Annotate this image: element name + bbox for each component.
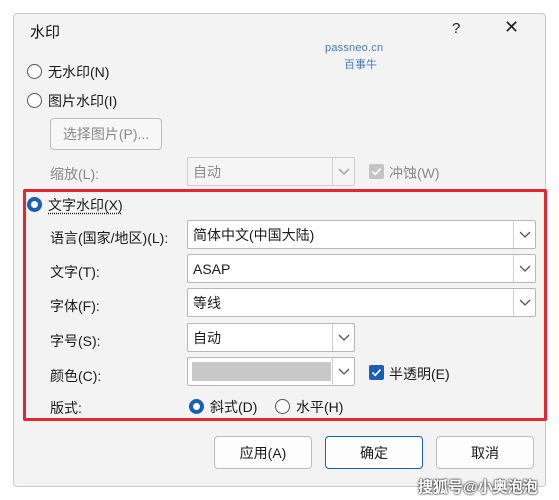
picture-watermark-label[interactable]: 图片水印(I) (48, 91, 117, 111)
chevron-down-icon (332, 158, 354, 185)
chevron-down-icon (513, 289, 535, 316)
color-swatch (192, 362, 331, 381)
text-input-combo[interactable]: ASAP (187, 254, 536, 283)
scale-dropdown[interactable]: 自动 (187, 157, 355, 186)
close-icon[interactable]: ✕ (504, 17, 519, 38)
size-value: 自动 (193, 329, 221, 346)
diagonal-label[interactable]: 斜式(D) (210, 397, 257, 417)
overlay-site-cn-text: 百事牛 (344, 59, 377, 71)
title-bar (13, 13, 546, 47)
size-dropdown[interactable]: 自动 (187, 323, 355, 352)
semitransparent-checkbox[interactable] (369, 365, 384, 380)
chevron-down-icon (332, 358, 354, 385)
font-value: 等线 (193, 294, 221, 311)
horizontal-radio[interactable] (275, 399, 290, 414)
size-label: 字号(S): (50, 333, 101, 349)
scale-value: 自动 (193, 163, 221, 180)
color-label: 颜色(C): (50, 368, 102, 384)
washout-label: 冲蚀(W) (389, 165, 440, 181)
language-label: 语言(国家/地区)(L): (50, 230, 169, 246)
language-value: 简体中文(中国大陆) (193, 226, 315, 243)
chevron-down-icon[interactable] (513, 255, 535, 282)
overlay-footer-tag: 搜狐号@小奥泡泡 (418, 479, 538, 496)
layout-label: 版式: (50, 400, 82, 416)
language-dropdown[interactable]: 简体中文(中国大陆) (187, 220, 536, 249)
scale-label: 缩放(L): (50, 166, 99, 182)
dialog-title: 水印 (30, 24, 61, 41)
no-watermark-radio[interactable] (27, 64, 42, 79)
text-label: 文字(T): (50, 264, 100, 280)
picture-watermark-radio[interactable] (27, 93, 42, 108)
font-dropdown[interactable]: 等线 (187, 288, 536, 317)
help-button[interactable]: ? (452, 20, 460, 37)
text-watermark-label[interactable]: 文字水印(X) (48, 195, 123, 215)
chevron-down-icon (332, 324, 354, 351)
cancel-button[interactable]: 取消 (436, 436, 534, 469)
ok-button[interactable]: 确定 (325, 436, 423, 469)
horizontal-label[interactable]: 水平(H) (296, 397, 343, 417)
text-watermark-radio[interactable] (27, 197, 42, 212)
semitransparent-label[interactable]: 半透明(E) (389, 364, 450, 384)
overlay-site-text: passneo.cn (325, 42, 384, 54)
text-value[interactable]: ASAP (193, 261, 230, 277)
font-label: 字体(F): (50, 298, 100, 314)
apply-button[interactable]: 应用(A) (214, 436, 312, 469)
washout-checkbox[interactable] (369, 164, 384, 179)
color-dropdown[interactable] (187, 357, 355, 386)
no-watermark-label[interactable]: 无水印(N) (48, 62, 109, 82)
select-picture-button[interactable]: 选择图片(P)... (50, 118, 162, 150)
diagonal-radio[interactable] (189, 399, 204, 414)
chevron-down-icon (513, 221, 535, 248)
